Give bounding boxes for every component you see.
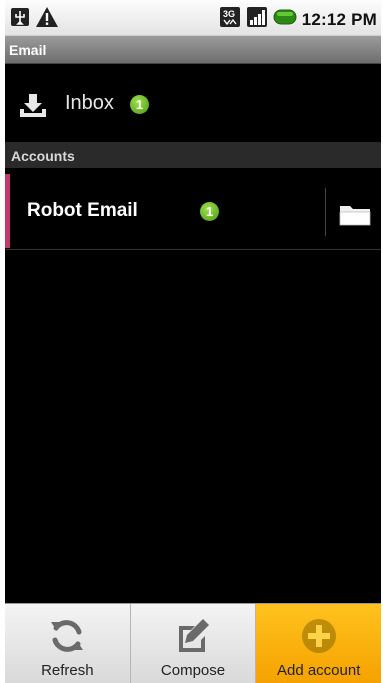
signal-icon xyxy=(246,6,268,33)
status-bar: 3G 12:12 PM xyxy=(5,0,381,36)
account-row-divider xyxy=(325,188,326,236)
account-folders-button[interactable] xyxy=(327,174,381,248)
compose-button[interactable]: Compose xyxy=(130,604,257,683)
inbox-download-icon xyxy=(19,93,47,124)
app-title: Email xyxy=(9,42,47,58)
options-menu: Refresh Compose Add account xyxy=(5,603,381,683)
email-app-screen: 3G 12:12 PM Email Inbox 1 Accounts Robot… xyxy=(5,0,381,683)
3g-icon: 3G xyxy=(219,6,241,33)
compose-icon xyxy=(173,616,213,661)
accounts-section-header: Accounts xyxy=(5,142,381,168)
accounts-header-label: Accounts xyxy=(11,148,75,164)
list-divider xyxy=(5,249,381,250)
combined-inbox-row[interactable]: Inbox 1 xyxy=(5,64,381,142)
warning-icon xyxy=(35,6,59,33)
svg-text:3G: 3G xyxy=(223,9,235,19)
account-unread-badge: 1 xyxy=(200,202,219,221)
account-name: Robot Email xyxy=(27,200,138,221)
clock: 12:12 PM xyxy=(301,9,377,29)
folder-icon xyxy=(339,206,371,226)
compose-label: Compose xyxy=(160,662,226,679)
battery-icon xyxy=(273,9,297,30)
refresh-icon xyxy=(47,616,87,661)
refresh-label: Refresh xyxy=(41,662,94,679)
add-account-label: Add account xyxy=(276,662,361,679)
account-row[interactable]: Robot Email 1 xyxy=(5,174,381,248)
refresh-button[interactable]: Refresh xyxy=(5,604,131,683)
add-account-button[interactable]: Add account xyxy=(256,604,381,683)
add-icon xyxy=(299,616,339,661)
account-color-accent xyxy=(5,174,10,248)
inbox-unread-badge: 1 xyxy=(130,95,149,114)
usb-icon xyxy=(9,6,31,33)
title-bar: Email xyxy=(5,36,381,64)
inbox-label: Inbox xyxy=(65,92,114,114)
